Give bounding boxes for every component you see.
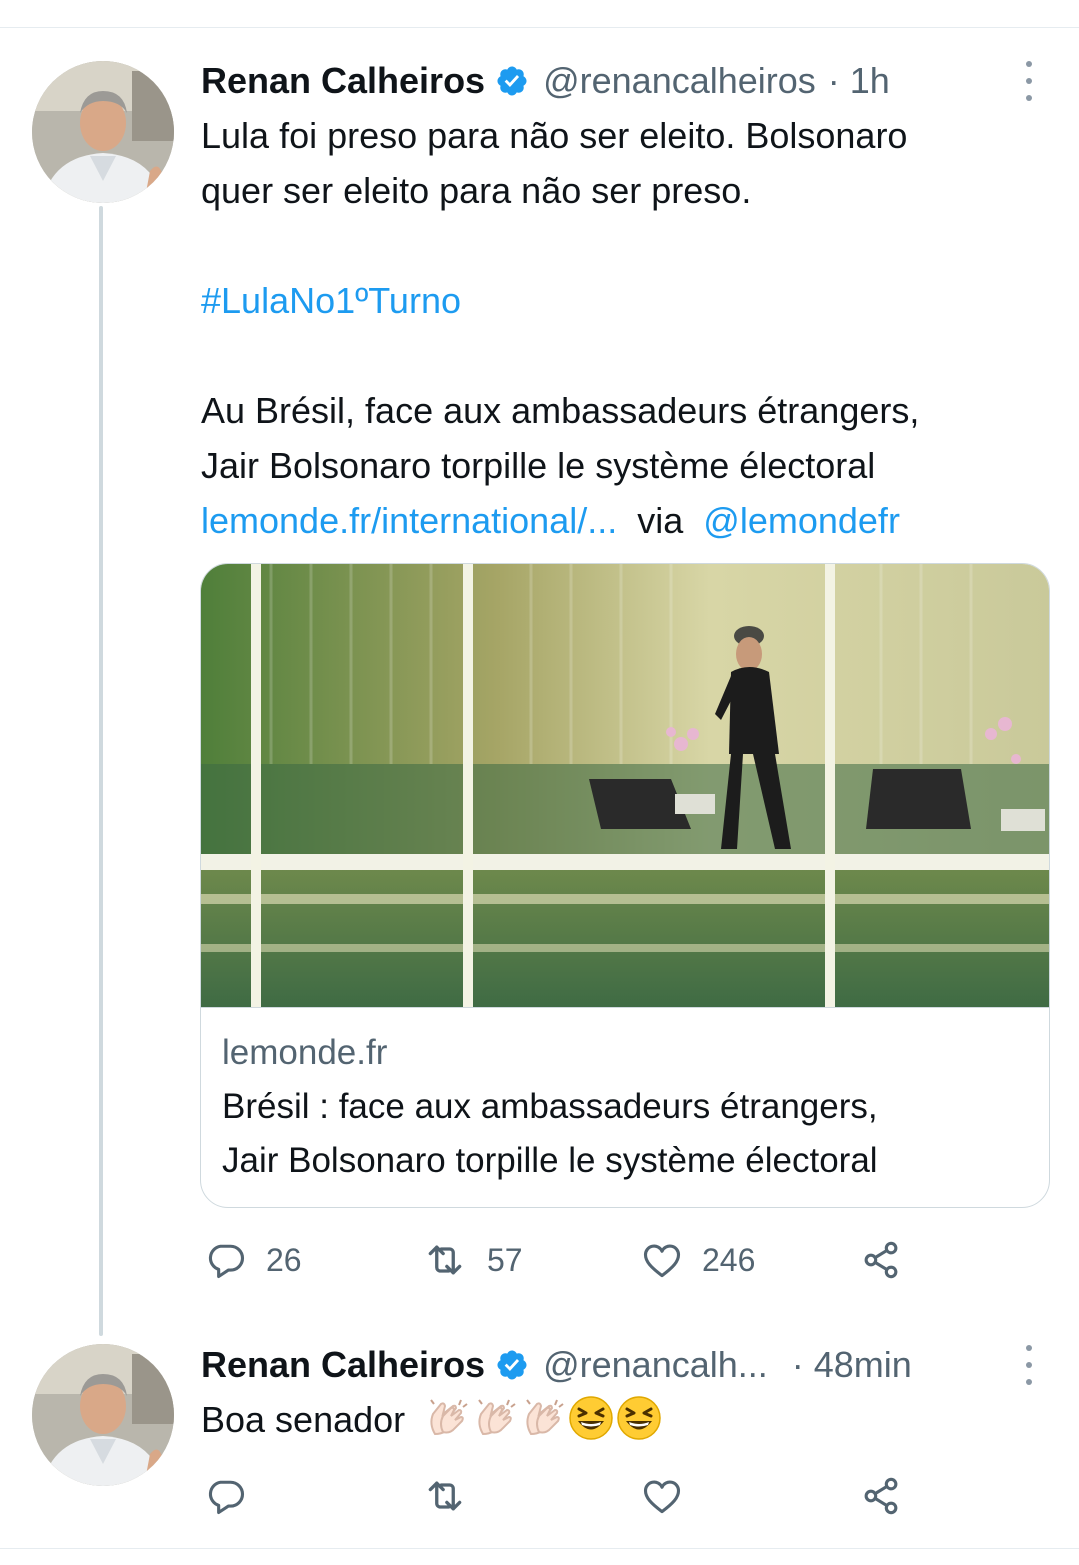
grinning-squinting-face-icon	[569, 1396, 613, 1441]
share-button[interactable]	[859, 1232, 903, 1288]
hashtag-link[interactable]: #LulaNo1ºTurno	[201, 274, 461, 328]
retweet-button[interactable]	[421, 1468, 469, 1524]
card-divider	[201, 1007, 1049, 1008]
emoji-row	[423, 1396, 663, 1441]
like-button[interactable]	[640, 1468, 684, 1524]
card-domain: lemonde.fr	[222, 1033, 388, 1072]
more-options-icon[interactable]	[1024, 61, 1034, 101]
author-name[interactable]: Renan Calheiros	[201, 60, 485, 102]
retweet-icon	[428, 1245, 462, 1275]
retweet-icon	[428, 1481, 462, 1511]
reply-icon	[208, 1480, 245, 1515]
reply-text-line: Boa senador	[201, 1393, 663, 1447]
tweet-link-line: lemonde.fr/international/... via @lemond…	[201, 494, 900, 548]
like-button[interactable]: 246	[640, 1232, 755, 1288]
tweet-header: Renan Calheiros @renancalh... · 48min	[201, 1337, 912, 1393]
like-count: 246	[702, 1241, 756, 1278]
clapping-hands-icon	[478, 1399, 516, 1436]
tweet-time[interactable]: · 48min	[792, 1344, 912, 1386]
verified-badge-icon	[495, 64, 529, 98]
share-button[interactable]	[859, 1468, 903, 1524]
reply-text: Boa senador	[201, 1399, 406, 1440]
heart-icon	[643, 1480, 681, 1514]
tweet-header: Renan Calheiros @renancalheiros · 1h	[201, 53, 890, 109]
tweet-actions: 26 57 246	[0, 1232, 1079, 1288]
bottom-divider	[0, 1548, 1079, 1549]
mention-link[interactable]: @lemondefr	[703, 500, 900, 541]
tweet-actions	[0, 1468, 1079, 1524]
tweet-text-line: quer ser eleito para não ser preso.	[201, 170, 752, 211]
tweet-text-line: Jair Bolsonaro torpille le système élect…	[201, 445, 876, 486]
link-preview-card[interactable]: lemonde.fr Brésil : face aux ambassadeur…	[200, 563, 1050, 1208]
clapping-hands-icon	[430, 1399, 468, 1436]
reply-button[interactable]: 26	[204, 1232, 302, 1288]
more-options-icon[interactable]	[1024, 1345, 1034, 1385]
share-icon	[864, 1241, 898, 1279]
tweet-time[interactable]: · 1h	[828, 60, 890, 102]
grinning-squinting-face-icon	[617, 1396, 661, 1441]
clapping-hands-icon	[526, 1399, 564, 1436]
reply-count: 26	[266, 1241, 302, 1278]
card-image	[201, 564, 1049, 1007]
top-divider	[0, 27, 1079, 28]
retweet-count: 57	[487, 1241, 523, 1278]
avatar[interactable]	[32, 61, 174, 203]
heart-icon	[643, 1244, 681, 1278]
author-handle[interactable]: @renancalheiros	[543, 60, 816, 102]
reply-button[interactable]	[204, 1468, 248, 1524]
author-name[interactable]: Renan Calheiros	[201, 1344, 485, 1386]
tweet-text-line: Lula foi preso para não ser eleito. Bols…	[201, 115, 908, 156]
article-url-link[interactable]: lemonde.fr/international/...	[201, 500, 617, 541]
verified-badge-icon	[495, 1348, 529, 1382]
author-handle[interactable]: @renancalh...	[543, 1344, 768, 1386]
card-title-line: Jair Bolsonaro torpille le système élect…	[222, 1141, 878, 1180]
retweet-button[interactable]: 57	[421, 1232, 523, 1288]
avatar[interactable]	[32, 1344, 174, 1486]
tweet-text-line: Au Brésil, face aux ambassadeurs étrange…	[201, 390, 920, 431]
share-icon	[864, 1477, 898, 1515]
reply-icon	[208, 1244, 245, 1279]
via-label: via	[637, 500, 684, 541]
thread-connector-line	[99, 206, 103, 1336]
card-title-line: Brésil : face aux ambassadeurs étrangers…	[222, 1087, 878, 1126]
